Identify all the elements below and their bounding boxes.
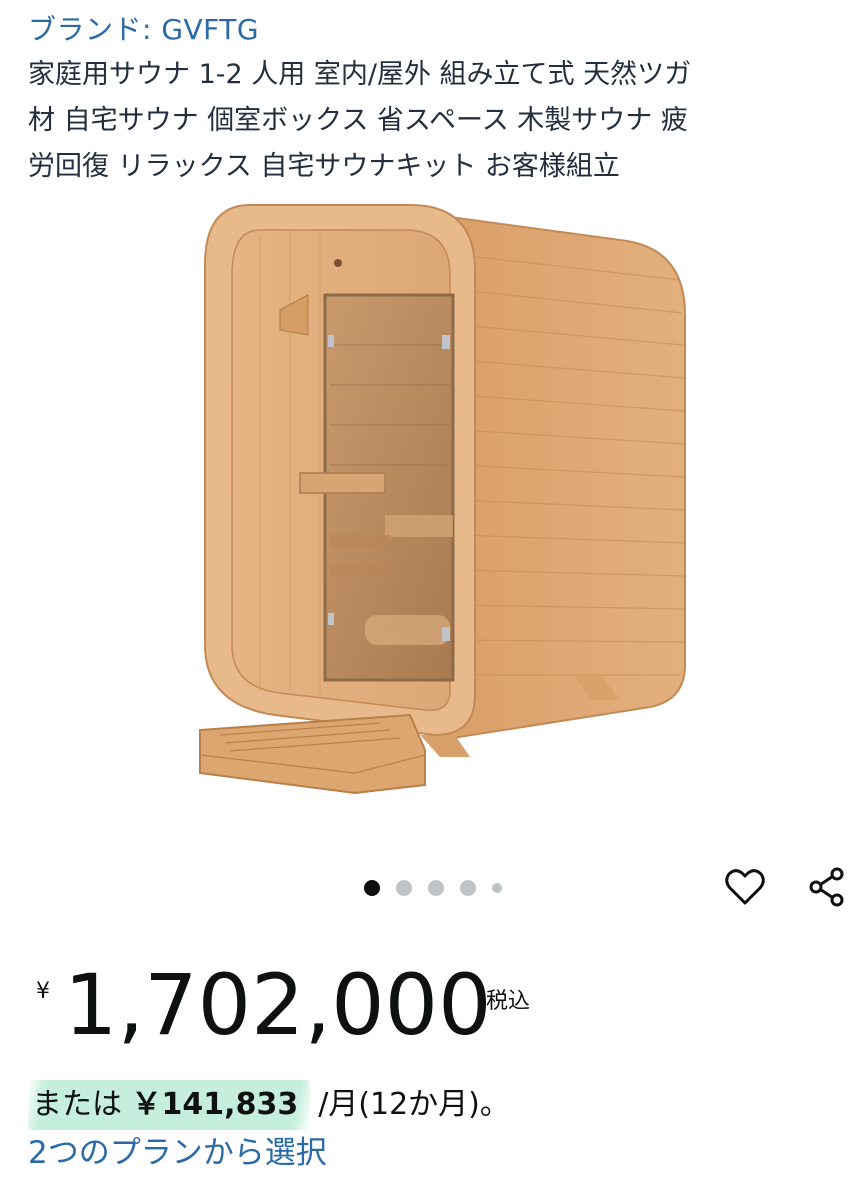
installment-highlight: または ￥141,833 — [28, 1080, 311, 1130]
installment-amount: ￥141,833 — [131, 1087, 299, 1122]
brand-link[interactable]: ブランド: GVFTG — [28, 8, 259, 48]
carousel-dot[interactable] — [396, 880, 412, 896]
product-title-line: 家庭用サウナ 1-2 人用 室内/屋外 組み立て式 天然ツガ — [28, 59, 692, 90]
installment-suffix: /月(12か月)。 — [318, 1087, 510, 1122]
carousel-dot-active[interactable] — [364, 880, 380, 896]
wishlist-button[interactable] — [722, 864, 768, 910]
carousel-dots — [364, 878, 518, 898]
sauna-illustration — [199, 204, 686, 795]
product-title-line: 労回復 リラックス 自宅サウナキット お客様組立 — [28, 151, 620, 182]
price-amount: 1,702,000 — [64, 956, 492, 1054]
choose-plan-link[interactable]: 2つのプランから選択 — [28, 1127, 327, 1172]
carousel-dot[interactable] — [428, 880, 444, 896]
carousel-dot[interactable] — [492, 883, 502, 893]
heart-outline-icon — [725, 869, 765, 905]
tax-label: 税込 — [486, 989, 531, 1014]
product-title-line: 材 自宅サウナ 個室ボックス 省スペース 木製サウナ 疲 — [28, 105, 688, 136]
share-icon — [809, 867, 844, 907]
installment-prefix: または — [32, 1087, 122, 1122]
installment-offer: または ￥141,833/月(12か月)。 — [28, 1080, 510, 1130]
currency-symbol: ¥ — [36, 979, 50, 1004]
share-button[interactable] — [804, 864, 850, 910]
product-image[interactable] — [180, 195, 700, 815]
carousel-dot[interactable] — [460, 880, 476, 896]
product-title: 家庭用サウナ 1-2 人用 室内/屋外 組み立て式 天然ツガ 材 自宅サウナ 個… — [28, 52, 833, 190]
